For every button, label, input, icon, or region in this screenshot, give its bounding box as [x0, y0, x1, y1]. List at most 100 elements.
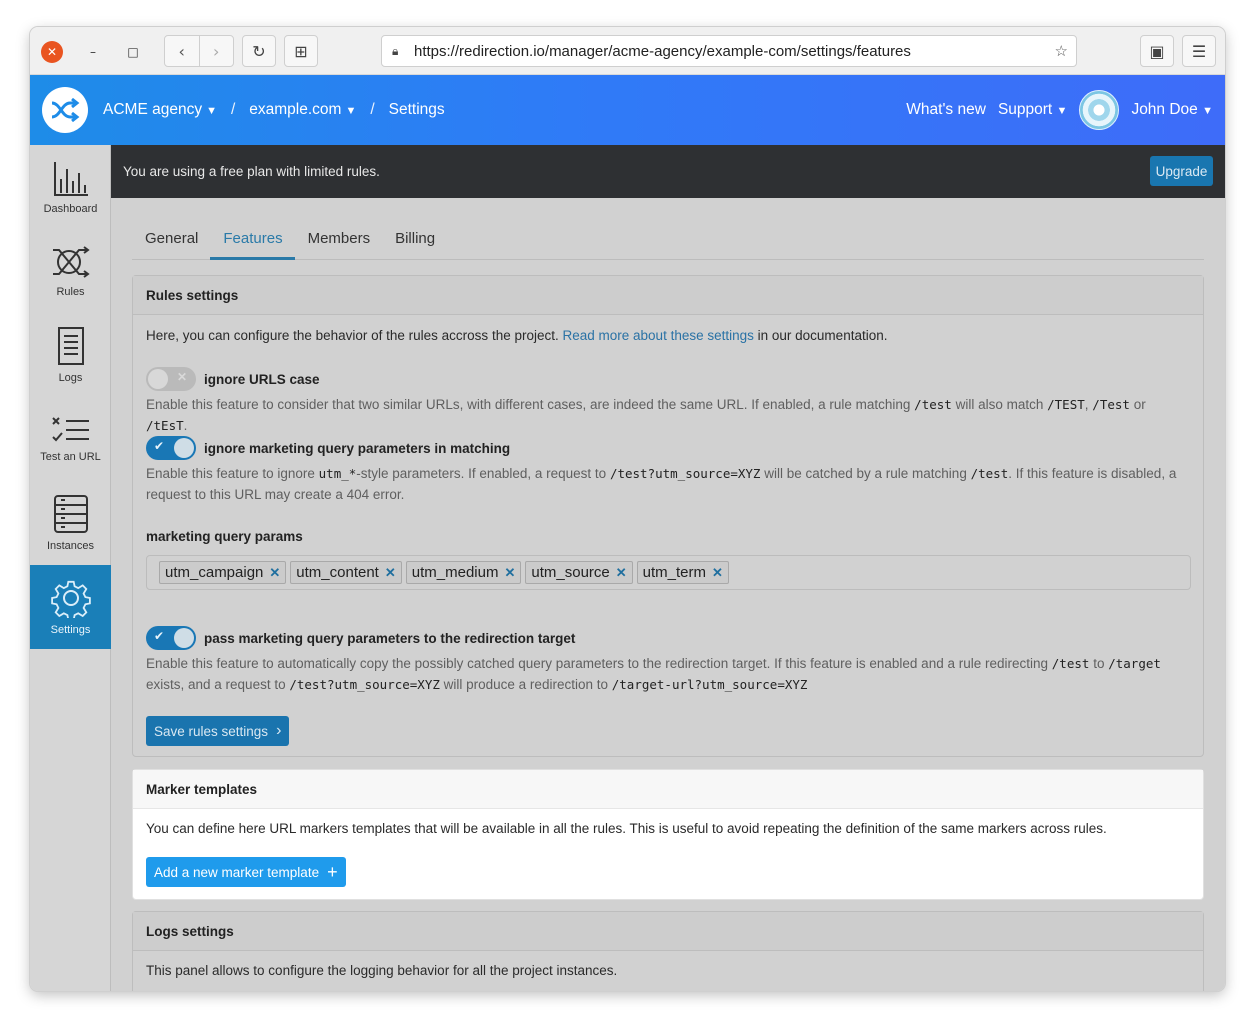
remove-tag-icon[interactable]: ✕ — [385, 565, 396, 581]
code-snippet: /target-url?utm_source=XYZ — [611, 677, 808, 692]
marker-templates-panel: Marker templates You can define here URL… — [132, 769, 1204, 900]
project-name: example.com — [249, 101, 342, 118]
ignore-case-label: ignore URLS case — [204, 372, 320, 387]
reload-icon[interactable]: ↻ — [242, 35, 276, 67]
sidebar-item-test-url[interactable]: Test an URL — [30, 397, 111, 481]
sidebar-item-settings[interactable]: Settings — [30, 565, 111, 649]
avatar[interactable] — [1079, 90, 1120, 130]
desc-text: . — [183, 418, 188, 433]
upgrade-button[interactable]: Upgrade — [1150, 156, 1213, 186]
param-tag: utm_source ✕ — [525, 561, 633, 584]
reader-icon[interactable]: ▣ — [1140, 35, 1174, 67]
browser-window: ✕ – □ ‹ › ↻ ⊞ 🔒︎ https://redirection.io/… — [30, 27, 1225, 991]
sidebar-item-logs[interactable]: Logs — [30, 313, 111, 397]
plus-icon: + — [327, 862, 338, 882]
org-switcher[interactable]: ACME agency ▼ — [103, 101, 217, 119]
intro-text: Here, you can configure the behavior of … — [146, 328, 559, 343]
back-icon[interactable]: ‹ — [165, 36, 200, 66]
redirection-logo-icon[interactable] — [42, 87, 88, 133]
param-tag: utm_campaign ✕ — [159, 561, 287, 584]
toggle-knob — [148, 369, 168, 389]
desc-text: Enable this feature to automatically cop… — [146, 656, 1049, 671]
marker-templates-text: You can define here URL markers template… — [146, 821, 1107, 836]
rules-intro: Here, you can configure the behavior of … — [146, 328, 887, 343]
sidebar-item-instances[interactable]: Instances — [30, 481, 111, 565]
toggle-knob — [174, 628, 194, 648]
logs-settings-text: This panel allows to configure the loggi… — [146, 963, 618, 978]
code-snippet: /test?utm_source=XYZ — [609, 466, 761, 481]
tab-billing[interactable]: Billing — [382, 224, 447, 260]
plan-banner-text: You are using a free plan with limited r… — [123, 164, 380, 179]
bar-chart-icon — [53, 162, 88, 196]
tab-members[interactable]: Members — [295, 224, 383, 260]
toggle-knob — [174, 438, 194, 458]
code-snippet: /target — [1108, 656, 1161, 671]
chevron-down-icon: ▼ — [206, 105, 217, 117]
forward-icon[interactable]: › — [200, 36, 234, 66]
param-tag: utm_content ✕ — [290, 561, 402, 584]
ignore-marketing-toggle[interactable]: ✔ — [146, 436, 196, 460]
remove-tag-icon[interactable]: ✕ — [712, 565, 723, 581]
ignore-marketing-description: Enable this feature to ignore utm_*-styl… — [146, 463, 1186, 505]
new-tab-icon[interactable]: ⊞ — [284, 35, 318, 67]
org-name: ACME agency — [103, 101, 203, 118]
support-menu[interactable]: Support ▼ — [998, 101, 1068, 119]
code-snippet: /test?utm_source=XYZ — [289, 677, 440, 692]
url-bar[interactable]: 🔒︎ https://redirection.io/manager/acme-a… — [381, 35, 1077, 67]
remove-tag-icon[interactable]: ✕ — [616, 565, 627, 581]
button-label: Add a new marker template — [154, 864, 320, 880]
user-name: John Doe — [1131, 101, 1198, 118]
sidebar-item-dashboard[interactable]: Dashboard — [30, 145, 111, 229]
gear-icon — [50, 580, 91, 618]
save-rules-settings-button[interactable]: Save rules settings › — [146, 716, 290, 746]
breadcrumb-separator: / — [370, 101, 375, 118]
tab-features[interactable]: Features — [210, 224, 295, 260]
shuffle-edit-icon — [52, 246, 90, 278]
header-actions: What's new Support ▼ John Doe ▼ — [906, 75, 1213, 145]
bookmark-star-icon[interactable]: ☆ — [1055, 42, 1068, 60]
check-icon: ✔ — [154, 439, 165, 453]
sidebar-item-label: Dashboard — [43, 203, 98, 215]
plan-banner: You are using a free plan with limited r… — [111, 145, 1225, 198]
chevron-right-icon: › — [276, 722, 282, 739]
breadcrumb-separator: / — [230, 101, 236, 118]
project-switcher[interactable]: example.com ▼ — [249, 101, 356, 119]
document-list-icon — [57, 327, 84, 365]
intro-text-end: in our documentation. — [757, 328, 888, 343]
remove-tag-icon[interactable]: ✕ — [269, 565, 280, 581]
sidebar-item-label: Logs — [58, 372, 83, 384]
app-header: ACME agency ▼ / example.com ▼ / Settings W… — [30, 75, 1225, 145]
sidebar-item-rules[interactable]: Rules — [30, 229, 111, 313]
tag-label: utm_term — [642, 564, 707, 581]
menu-icon[interactable]: ☰ — [1182, 35, 1216, 67]
desc-text: will also match — [955, 397, 1044, 412]
ignore-case-toggle[interactable]: ✕ — [146, 367, 196, 391]
panel-title: Rules settings — [133, 276, 1203, 315]
sidebar-item-label: Settings — [50, 624, 91, 636]
pass-marketing-toggle[interactable]: ✔ — [146, 626, 196, 650]
remove-tag-icon[interactable]: ✕ — [504, 565, 515, 581]
marketing-params-label: marketing query params — [146, 529, 303, 544]
chevron-down-icon: ▼ — [345, 105, 357, 117]
tab-general[interactable]: General — [132, 224, 210, 260]
whats-new-link[interactable]: What's new — [906, 101, 986, 119]
browser-toolbar: ✕ – □ ‹ › ↻ ⊞ 🔒︎ https://redirection.io/… — [30, 27, 1225, 75]
desc-text: to — [1093, 656, 1105, 671]
user-menu[interactable]: John Doe ▼ — [1131, 101, 1213, 119]
marketing-params-input[interactable]: utm_campaign ✕ utm_content ✕ utm_medium ✕ u… — [146, 555, 1191, 590]
main-content: You are using a free plan with limited r… — [111, 145, 1225, 991]
add-marker-template-button[interactable]: Add a new marker template + — [146, 857, 346, 887]
sidebar: Dashboard Rules Logs Test an URL Instanc… — [30, 145, 111, 991]
support-label: Support — [997, 101, 1053, 118]
tag-label: utm_source — [531, 564, 610, 581]
tag-label: utm_campaign — [165, 564, 264, 581]
code-snippet: /test — [1051, 656, 1090, 671]
logs-settings-panel: Logs settings This panel allows to confi… — [132, 911, 1204, 991]
window-minimize-icon[interactable]: – — [82, 41, 104, 63]
docs-link[interactable]: Read more about these settings — [563, 328, 754, 343]
code-snippet: /tEsT — [146, 418, 184, 433]
window-maximize-icon[interactable]: □ — [122, 41, 144, 63]
pass-marketing-label: pass marketing query parameters to the r… — [204, 631, 576, 646]
window-close-icon[interactable]: ✕ — [41, 41, 63, 63]
breadcrumb: ACME agency ▼ / example.com ▼ / Settings — [103, 75, 445, 145]
